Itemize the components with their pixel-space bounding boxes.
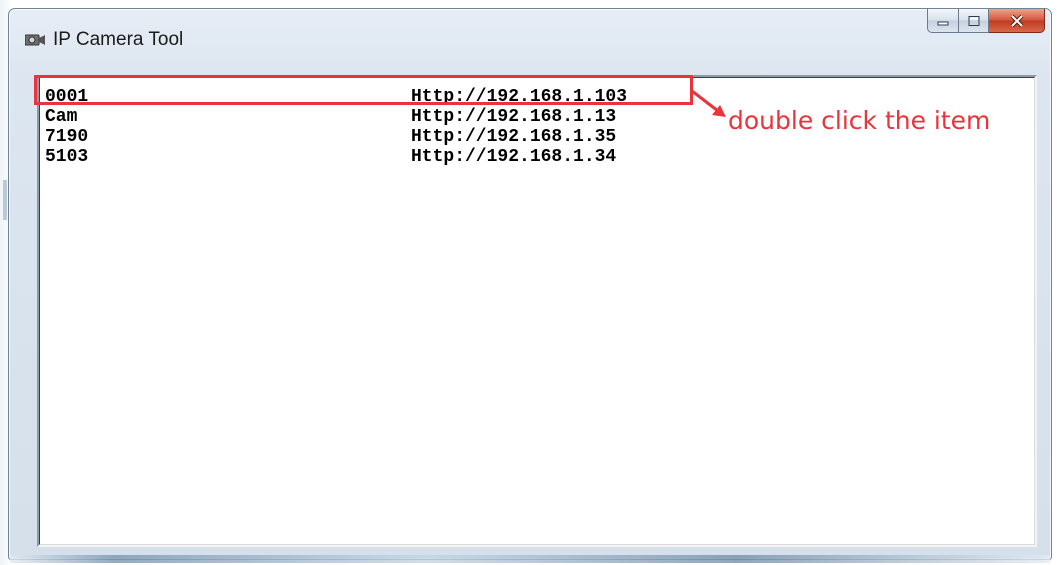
camera-name: Cam [45,107,78,127]
close-icon [1010,14,1023,27]
camera-name: 5103 [45,147,89,167]
maximize-button[interactable] [959,9,989,33]
list-item[interactable]: 5103 Http://192.168.1.34 [43,147,743,167]
window-title: IP Camera Tool [53,29,184,50]
list-item[interactable]: Cam Http://192.168.1.13 [43,107,743,127]
taskbar-strip [10,555,1050,563]
caption-buttons [927,9,1045,35]
camera-name: 7190 [45,127,89,147]
arrow-icon [691,89,726,117]
camera-list-box[interactable]: 0001 Http://192.168.1.103 Cam Http://192… [37,75,1037,547]
camera-url: Http://192.168.1.13 [411,107,617,127]
minimize-icon [937,21,949,25]
minimize-button[interactable] [927,9,959,33]
title-bar[interactable]: IP Camera Tool [9,9,1051,65]
camera-url: Http://192.168.1.35 [411,127,617,147]
highlight-box [34,75,693,105]
list-item[interactable]: 7190 Http://192.168.1.35 [43,127,743,147]
camera-icon [25,34,45,46]
annotation-text: double click the item [728,106,991,135]
camera-url: Http://192.168.1.34 [411,147,617,167]
maximize-icon [968,15,979,26]
close-button[interactable] [989,9,1045,33]
